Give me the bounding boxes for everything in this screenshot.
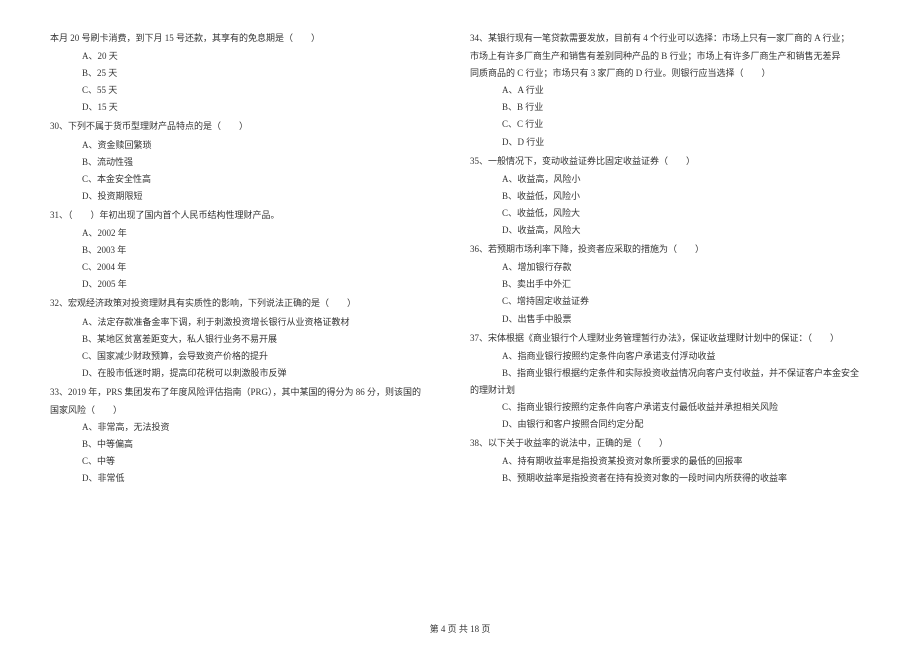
intro-question: 本月 20 号刷卡消费，到下月 15 号还款，其享有的免息期是（ ） A、20 …: [50, 30, 450, 116]
question-31: 31、（ ）年初出现了国内首个人民币结构性理财产品。 A、2002 年 B、20…: [50, 207, 450, 293]
q36-text: 36、若预期市场利率下降，投资者应采取的措施为（ ）: [470, 241, 870, 258]
q31-option-b: B、2003 年: [50, 242, 450, 259]
right-column: 34、某银行现有一笔贷款需要发放，目前有 4 个行业可以选择：市场上只有一家厂商…: [470, 30, 870, 580]
q36-option-b: B、卖出手中外汇: [470, 276, 870, 293]
q32-option-b: B、某地区贫富差距变大，私人银行业务不易开展: [50, 331, 450, 348]
q33-option-a: A、非常高，无法投资: [50, 419, 450, 436]
q33-option-d: D、非常低: [50, 470, 450, 487]
q37-option-a: A、指商业银行按照约定条件向客户承诺支付浮动收益: [470, 348, 870, 365]
q34-option-a: A、A 行业: [470, 82, 870, 99]
question-34: 34、某银行现有一笔贷款需要发放，目前有 4 个行业可以选择：市场上只有一家厂商…: [470, 30, 870, 151]
q35-option-a: A、收益高，风险小: [470, 171, 870, 188]
q37-option-d: D、由银行和客户按照合同约定分配: [470, 416, 870, 433]
q30-option-a: A、资金赎回繁琐: [50, 137, 450, 154]
q32-option-c: C、国家减少财政预算，会导致资产价格的提升: [50, 348, 450, 365]
question-32: 32、宏观经济政策对投资理财具有实质性的影响，下列说法正确的是（ ） A、法定存…: [50, 295, 450, 381]
q36-option-d: D、出售手中股票: [470, 311, 870, 328]
q32-option-d: D、在股市低迷时期，提高印花税可以刺激股市反弹: [50, 365, 450, 382]
q30-option-c: C、本金安全性高: [50, 171, 450, 188]
q34-option-b: B、B 行业: [470, 99, 870, 116]
q35-option-d: D、收益高，风险大: [470, 222, 870, 239]
intro-option-d: D、15 天: [50, 99, 450, 116]
left-column: 本月 20 号刷卡消费，到下月 15 号还款，其享有的免息期是（ ） A、20 …: [50, 30, 450, 580]
q32-option-a: A、法定存款准备金率下调，利于刺激投资增长银行从业资格证教材: [50, 314, 450, 331]
q34-text2: 市场上有许多厂商生产和销售有差别同种产品的 B 行业；市场上有许多厂商生产和销售…: [470, 48, 870, 65]
q38-option-a: A、持有期收益率是指投资某投资对象所要求的最低的回报率: [470, 453, 870, 470]
q31-text: 31、（ ）年初出现了国内首个人民币结构性理财产品。: [50, 207, 450, 224]
question-35: 35、一般情况下，变动收益证券比固定收益证券（ ） A、收益高，风险小 B、收益…: [470, 153, 870, 239]
question-33: 33、2019 年，PRS 集团发布了年度风险评估指南（PRG），其中某国的得分…: [50, 384, 450, 488]
intro-option-b: B、25 天: [50, 65, 450, 82]
question-36: 36、若预期市场利率下降，投资者应采取的措施为（ ） A、增加银行存款 B、卖出…: [470, 241, 870, 327]
q33-text: 33、2019 年，PRS 集团发布了年度风险评估指南（PRG），其中某国的得分…: [50, 384, 450, 401]
q37-text2: 的理财计划: [470, 382, 870, 399]
q33-option-c: C、中等: [50, 453, 450, 470]
q34-text3: 同质商品的 C 行业；市场只有 3 家厂商的 D 行业。则银行应当选择（ ）: [470, 65, 870, 82]
q34-text: 34、某银行现有一笔贷款需要发放，目前有 4 个行业可以选择：市场上只有一家厂商…: [470, 30, 870, 47]
intro-option-c: C、55 天: [50, 82, 450, 99]
q38-text: 38、以下关于收益率的说法中，正确的是（ ）: [470, 435, 870, 452]
q37-text: 37、宋体根据《商业银行个人理财业务管理暂行办法》，保证收益理财计划中的保证：（…: [470, 330, 870, 347]
question-37: 37、宋体根据《商业银行个人理财业务管理暂行办法》，保证收益理财计划中的保证：（…: [470, 330, 870, 434]
q34-option-d: D、D 行业: [470, 134, 870, 151]
page-footer: 第 4 页 共 18 页: [0, 622, 920, 635]
q35-text: 35、一般情况下，变动收益证券比固定收益证券（ ）: [470, 153, 870, 170]
q34-option-c: C、C 行业: [470, 116, 870, 133]
q31-option-d: D、2005 年: [50, 276, 450, 293]
q38-option-b: B、预期收益率是指投资者在持有投资对象的一段时间内所获得的收益率: [470, 470, 870, 487]
q37-option-c: C、指商业银行按照约定条件向客户承诺支付最低收益并承担相关风险: [470, 399, 870, 416]
q35-option-c: C、收益低，风险大: [470, 205, 870, 222]
q36-option-c: C、增持固定收益证券: [470, 293, 870, 310]
q37-option-b: B、指商业银行根据约定条件和实际投资收益情况向客户支付收益，并不保证客户本金安全: [470, 365, 870, 382]
q31-option-c: C、2004 年: [50, 259, 450, 276]
q30-option-b: B、流动性强: [50, 154, 450, 171]
q31-option-a: A、2002 年: [50, 225, 450, 242]
question-30: 30、下列不属于货币型理财产品特点的是（ ） A、资金赎回繁琐 B、流动性强 C…: [50, 118, 450, 204]
q33-option-b: B、中等偏高: [50, 436, 450, 453]
q35-option-b: B、收益低，风险小: [470, 188, 870, 205]
question-38: 38、以下关于收益率的说法中，正确的是（ ） A、持有期收益率是指投资某投资对象…: [470, 435, 870, 487]
q30-option-d: D、投资期限短: [50, 188, 450, 205]
intro-text: 本月 20 号刷卡消费，到下月 15 号还款，其享有的免息期是（ ）: [50, 30, 450, 47]
q32-text: 32、宏观经济政策对投资理财具有实质性的影响，下列说法正确的是（ ）: [50, 295, 450, 312]
q30-text: 30、下列不属于货币型理财产品特点的是（ ）: [50, 118, 450, 135]
intro-option-a: A、20 天: [50, 48, 450, 65]
q33-text2: 国家风险（ ）: [50, 402, 450, 419]
q36-option-a: A、增加银行存款: [470, 259, 870, 276]
